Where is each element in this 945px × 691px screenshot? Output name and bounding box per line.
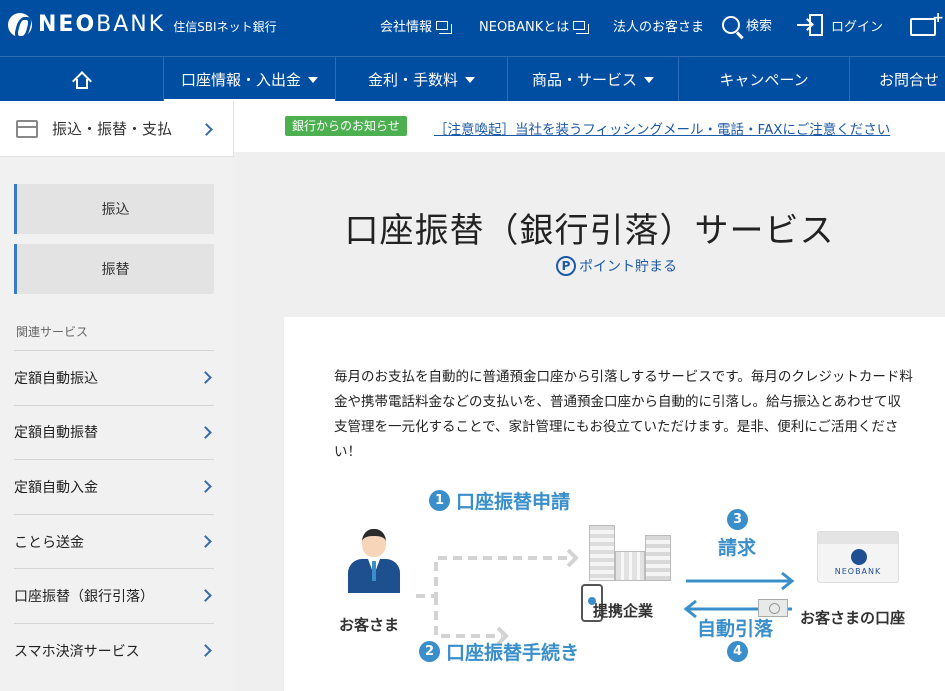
external-window-icon [573, 21, 590, 34]
step-1-label: 1 口座振替申請 [429, 487, 570, 514]
nav-campaign[interactable]: キャンペーン [679, 57, 850, 102]
logo-subtitle: 住信SBIネット銀行 [173, 20, 277, 34]
chevron-right-icon [199, 425, 212, 439]
step-number-2: 2 [419, 641, 440, 662]
list-item-label: 定額自動入金 [14, 479, 98, 496]
login-icon [797, 14, 823, 36]
step-4-label: 自動引落 [697, 614, 773, 641]
caret-down-icon [308, 76, 318, 83]
neobank-logo[interactable]: NEOBANK 住信SBIネット銀行 [8, 12, 277, 37]
list-item-label: 定額自動振替 [14, 425, 98, 442]
sidebar-body: 振込 振替 関連サービス 定額自動振込 定額自動振替 定額自動入金 ことら送金 [0, 157, 234, 691]
related-item-smartphone-payment[interactable]: スマホ決済サービス [14, 622, 214, 678]
open-account-button[interactable] [910, 10, 944, 36]
chevron-right-icon [199, 371, 212, 384]
nav-campaign-label: キャンペーン [719, 71, 809, 89]
related-item-fixed-auto-transfer[interactable]: 定額自動振込 [14, 350, 214, 405]
chevron-right-icon [199, 644, 212, 657]
login-label: ログイン [831, 19, 884, 35]
step-2-text: 口座振替手続き [446, 642, 580, 664]
content-card: 毎月のお支払を自動的に普通預金口座から引落しするサービスです。毎月のクレジットカ… [284, 317, 945, 691]
step-number-3: 3 [727, 509, 748, 530]
link-corporate[interactable]: 法人のお客さま [613, 16, 704, 35]
sidebar-item-account-transfer[interactable]: 振替 [14, 244, 214, 294]
top-header: NEOBANK 住信SBIネット銀行 会社情報 NEOBANKとは 法人のお客さ… [0, 0, 945, 56]
bank-card-icon: NEOBANK [817, 531, 899, 583]
company-label: 提携企業 [593, 602, 654, 620]
home-icon [71, 70, 92, 91]
step-4-text: 自動引落 [697, 618, 774, 640]
external-window-icon [436, 21, 453, 34]
step-1-text: 口座振替申請 [456, 491, 571, 513]
related-item-fixed-auto-internal[interactable]: 定額自動振替 [14, 404, 214, 460]
points-icon: P [556, 256, 576, 276]
caret-down-icon [644, 76, 654, 83]
related-item-kotora[interactable]: ことら送金 [14, 513, 214, 569]
global-nav: 口座情報・入出金 金利・手数料 商品・サービス キャンペーン お問合せ [0, 56, 945, 102]
chevron-right-icon [199, 534, 212, 548]
list-item-label: ことら送金 [14, 534, 84, 551]
neobank-logo-icon [8, 12, 32, 37]
customer-icon [346, 529, 402, 593]
caret-down-icon [465, 76, 475, 83]
chevron-right-icon [199, 589, 212, 603]
nav-products-label: 商品・サービス [531, 71, 637, 89]
nav-home[interactable] [0, 57, 164, 102]
search-button[interactable]: 検索 [722, 15, 772, 34]
list-item-label: 定額自動振込 [14, 370, 98, 387]
banknote-icon [758, 599, 788, 617]
link-corporate-label: 法人のお客さま [613, 20, 705, 35]
search-icon [722, 15, 740, 34]
search-label: 検索 [746, 19, 773, 34]
related-services-title: 関連サービス [16, 325, 89, 339]
nav-contact-label: お問合せ [879, 71, 940, 89]
points-badge: P ポイント貯まる [556, 256, 677, 276]
step-number-1: 1 [429, 490, 450, 511]
login-button[interactable]: ログイン [797, 14, 883, 36]
sidebar-section-title: 振込・振替・支払 [52, 120, 173, 138]
related-item-direct-debit[interactable]: 口座振替（銀行引落） [14, 568, 214, 623]
list-item-label: スマホ決済サービス [14, 643, 140, 660]
sidebar-item-transfer-label: 振込 [101, 202, 130, 218]
link-company-info-label: 会社情報 [380, 20, 433, 35]
nav-contact[interactable]: お問合せ [850, 57, 945, 102]
notice-link[interactable]: ［注意喚起］当社を装うフィッシングメール・電話・FAXにご注意ください [434, 118, 890, 138]
card-icon [16, 119, 38, 138]
nav-rates-fees[interactable]: 金利・手数料 [336, 57, 508, 102]
logo-wordmark: NEOBANK [38, 12, 166, 37]
account-label: お客さまの口座 [800, 609, 906, 627]
open-account-icon [910, 10, 944, 36]
sidebar-item-transfer[interactable]: 振込 [14, 184, 214, 234]
link-company-info[interactable]: 会社情報 [380, 16, 453, 35]
flow-diagram: 1 口座振替申請 2 口座振替手続き 3 請求 自動引落 4 お客さま 提携企業… [284, 487, 945, 691]
bank-card-text: NEOBANK [834, 567, 882, 576]
nav-products[interactable]: 商品・サービス [508, 57, 679, 102]
nav-rates-fees-label: 金利・手数料 [367, 71, 458, 89]
link-about-neobank[interactable]: NEOBANKとは [479, 16, 590, 35]
notice-bar: 銀行からのお知らせ ［注意喚起］当社を装うフィッシングメール・電話・FAXにご注… [234, 101, 945, 152]
chevron-right-icon [200, 123, 213, 136]
page-title: 口座振替（銀行引落）サービス [344, 211, 835, 251]
main-content: 銀行からのお知らせ ［注意喚起］当社を装うフィッシングメール・電話・FAXにご注… [234, 101, 945, 691]
related-services-list: 定額自動振込 定額自動振替 定額自動入金 ことら送金 口座振替（銀行引落） スマ… [14, 350, 214, 678]
nav-account-info[interactable]: 口座情報・入出金 [164, 57, 336, 102]
sidebar: 振込・振替・支払 振込 振替 関連サービス 定額自動振込 定額自動振替 定額自動… [0, 101, 234, 691]
notice-badge: 銀行からのお知らせ [285, 116, 407, 136]
step-3-label: 請求 [718, 533, 756, 560]
list-item-label: 口座振替（銀行引落） [14, 589, 154, 606]
points-label: ポイント貯まる [579, 259, 677, 275]
step-2-label: 2 口座振替手続き [419, 638, 579, 665]
sidebar-section-header[interactable]: 振込・振替・支払 [0, 101, 233, 157]
step-number-4: 4 [727, 641, 748, 662]
link-about-neobank-label: NEOBANKとは [479, 20, 570, 35]
nav-account-info-label: 口座情報・入出金 [180, 71, 301, 89]
customer-label: お客さま [339, 616, 400, 634]
company-buildings-icon [589, 525, 673, 581]
chevron-right-icon [199, 480, 212, 494]
service-description: 毎月のお支払を自動的に普通預金口座から引落しするサービスです。毎月のクレジットカ… [334, 369, 913, 460]
related-item-fixed-auto-deposit[interactable]: 定額自動入金 [14, 459, 214, 514]
step-3-text: 請求 [718, 537, 757, 559]
sidebar-item-account-transfer-label: 振替 [101, 262, 130, 278]
